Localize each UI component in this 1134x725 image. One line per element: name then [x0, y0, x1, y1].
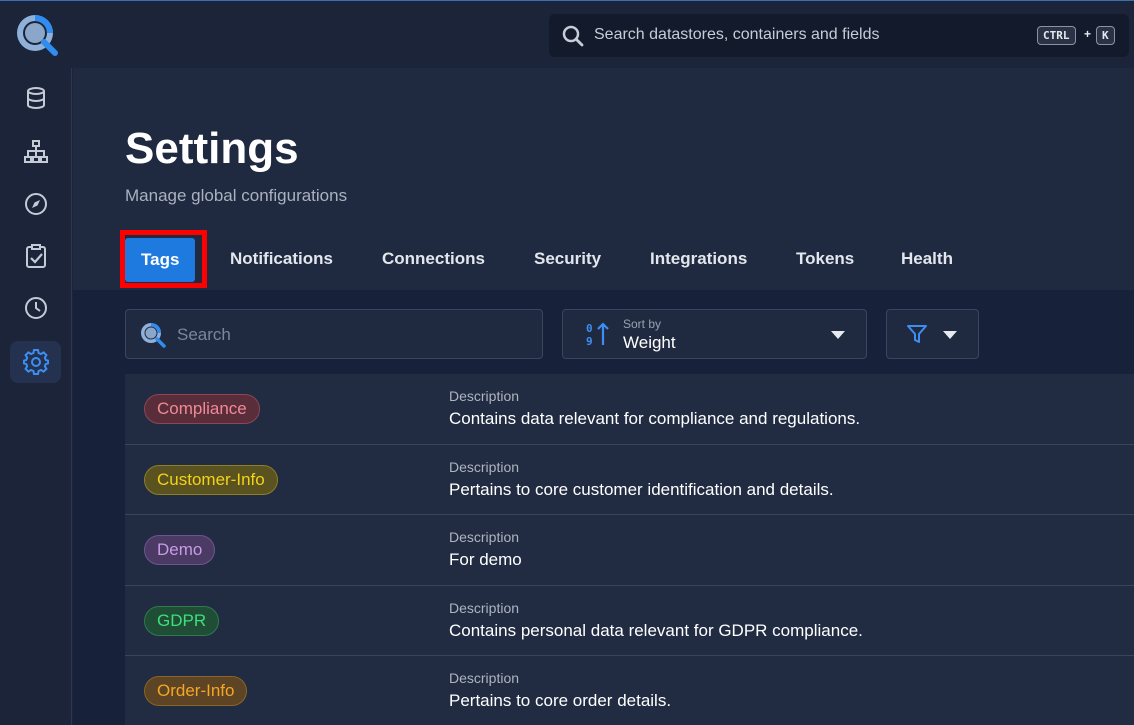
- description-text: Pertains to core order details.: [449, 691, 672, 710]
- svg-text:9: 9: [586, 335, 593, 347]
- tag-badge[interactable]: Compliance: [144, 394, 260, 424]
- description-text: For demo: [449, 550, 522, 569]
- sidebar: [0, 68, 72, 725]
- tag-list: Compliance Description Contains data rel…: [125, 374, 1134, 725]
- description-text: Contains personal data relevant for GDPR…: [449, 620, 863, 640]
- filter-icon: [907, 325, 927, 343]
- tab-notifications[interactable]: Notifications: [230, 236, 333, 282]
- tag-row[interactable]: Customer-Info Description Pertains to co…: [125, 444, 1134, 515]
- sort-by-value: Weight: [623, 333, 676, 352]
- tab-tokens[interactable]: Tokens: [796, 236, 854, 282]
- gear-icon: [22, 349, 49, 375]
- description-label: Description: [449, 529, 520, 545]
- sort-dropdown[interactable]: 0 9 Sort by Weight: [562, 309, 867, 359]
- shortcut-k-key: K: [1096, 26, 1115, 45]
- app-window: Search datastores, containers and fields…: [0, 0, 1134, 725]
- sidebar-item-datastores[interactable]: [10, 77, 61, 119]
- tag-row[interactable]: GDPR Description Contains personal data …: [125, 585, 1134, 656]
- compass-icon: [24, 193, 47, 215]
- description-label: Description: [449, 388, 520, 404]
- sidebar-item-hierarchy[interactable]: [10, 131, 61, 173]
- tab-security[interactable]: Security: [534, 236, 601, 282]
- description-label: Description: [449, 599, 520, 616]
- svg-text:0: 0: [586, 322, 593, 335]
- sidebar-item-explore[interactable]: [10, 183, 61, 225]
- tab-health[interactable]: Health: [901, 236, 953, 282]
- sidebar-item-settings[interactable]: [10, 341, 61, 383]
- description-text: Pertains to core customer identification…: [449, 479, 834, 499]
- page-subtitle: Manage global configurations: [125, 186, 348, 205]
- search-logo-icon: [141, 323, 166, 348]
- description-label: Description: [449, 670, 520, 686]
- clock-icon: [24, 297, 47, 319]
- hierarchy-icon: [23, 140, 48, 163]
- description-text: Contains data relevant for compliance an…: [449, 409, 861, 428]
- tag-badge[interactable]: GDPR: [144, 605, 220, 636]
- sort-order-icon: 0 9: [586, 322, 609, 347]
- sort-by-label: Sort by: [623, 317, 662, 331]
- global-search-input[interactable]: Search datastores, containers and fields…: [549, 14, 1129, 57]
- main-content: Settings Manage global configurations Ta…: [73, 68, 1134, 725]
- tag-badge[interactable]: Customer-Info: [144, 464, 278, 495]
- tag-row[interactable]: Compliance Description Contains data rel…: [125, 374, 1134, 445]
- filter-button[interactable]: [886, 309, 979, 359]
- tag-badge[interactable]: Demo: [144, 535, 216, 565]
- shortcut-ctrl-key: CTRL: [1037, 26, 1076, 45]
- tag-row[interactable]: Order-Info Description Pertains to core …: [125, 656, 1134, 725]
- tab-connections[interactable]: Connections: [382, 236, 485, 282]
- chevron-down-icon: [831, 331, 845, 339]
- clipboard-check-icon: [25, 244, 46, 268]
- sidebar-item-checks[interactable]: [10, 235, 61, 277]
- shortcut-plus: +: [1084, 27, 1092, 41]
- global-search-placeholder: Search datastores, containers and fields: [594, 26, 880, 43]
- tag-badge[interactable]: Order-Info: [144, 676, 248, 706]
- database-icon: [26, 87, 45, 109]
- tag-search-input[interactable]: Search: [125, 309, 543, 359]
- app-logo-icon[interactable]: [13, 11, 59, 57]
- sidebar-item-history[interactable]: [10, 287, 61, 329]
- tab-tags[interactable]: Tags: [125, 238, 196, 282]
- chevron-down-icon: [943, 331, 957, 339]
- tags-panel: Search 0 9 Sort by Weight Compliance Des…: [73, 290, 1134, 725]
- tag-row[interactable]: Demo Description For demo: [125, 515, 1134, 586]
- description-label: Description: [449, 458, 520, 475]
- tag-search-placeholder: Search: [177, 325, 231, 344]
- page-title: Settings: [125, 124, 299, 173]
- search-icon: [562, 25, 584, 47]
- top-bar: Search datastores, containers and fields…: [0, 0, 1134, 68]
- tab-integrations[interactable]: Integrations: [650, 236, 747, 282]
